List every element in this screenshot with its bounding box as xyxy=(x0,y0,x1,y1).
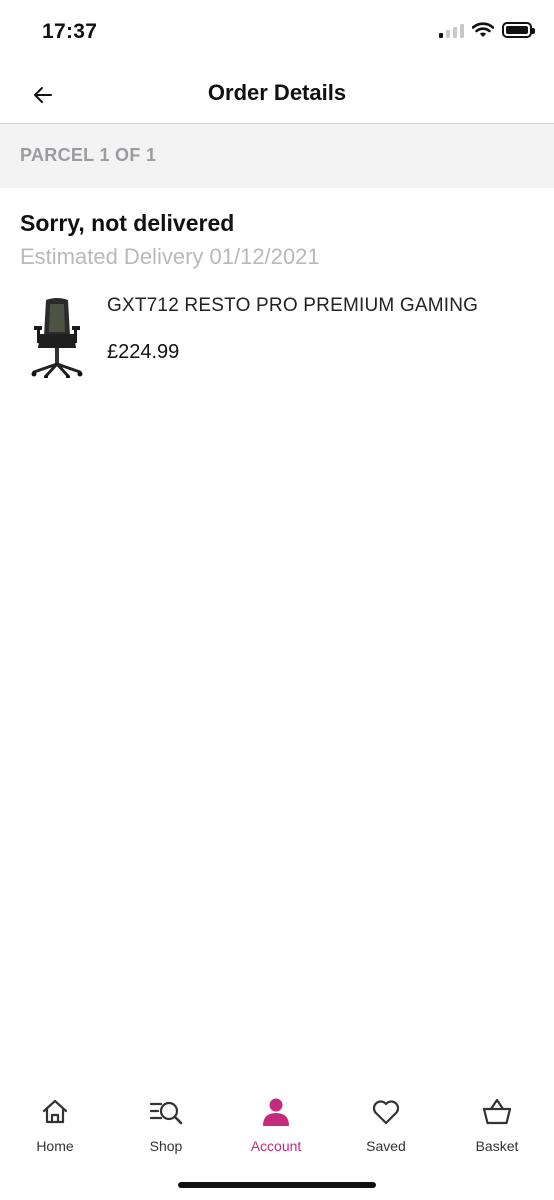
account-icon xyxy=(263,1098,289,1126)
heart-icon xyxy=(372,1100,400,1125)
status-time: 17:37 xyxy=(42,20,98,43)
status-bar: 17:37 xyxy=(0,0,554,66)
tab-home[interactable]: Home xyxy=(0,1096,110,1160)
tab-saved[interactable]: Saved xyxy=(331,1096,441,1160)
product-item[interactable]: GXT712 RESTO PRO PREMIUM GAMING £224.99 xyxy=(20,290,534,390)
home-indicator xyxy=(178,1182,376,1188)
parcel-header: PARCEL 1 OF 1 xyxy=(0,124,554,188)
tab-basket[interactable]: Basket xyxy=(442,1096,552,1160)
estimated-delivery: Estimated Delivery 01/12/2021 xyxy=(20,244,320,269)
tab-label: Account xyxy=(250,1138,302,1154)
tab-label: Home xyxy=(36,1138,74,1154)
basket-icon xyxy=(482,1098,512,1125)
status-icons xyxy=(439,22,535,38)
cellular-signal-icon xyxy=(439,22,464,38)
page-title: Order Details xyxy=(207,80,347,105)
product-price: £224.99 xyxy=(107,341,180,363)
delivery-status: Sorry, not delivered xyxy=(20,210,235,236)
tab-shop[interactable]: Shop xyxy=(111,1096,221,1160)
parcel-label: PARCEL 1 OF 1 xyxy=(20,145,157,165)
tab-label: Saved xyxy=(366,1138,406,1154)
tab-label: Basket xyxy=(475,1138,519,1154)
home-icon xyxy=(42,1099,68,1124)
shop-search-icon xyxy=(149,1101,183,1125)
header: Order Details xyxy=(0,66,554,124)
tab-account[interactable]: Account xyxy=(221,1096,331,1160)
battery-icon xyxy=(502,22,535,38)
product-name: GXT712 RESTO PRO PREMIUM GAMING xyxy=(107,295,479,316)
tab-label: Shop xyxy=(149,1138,183,1154)
wifi-icon xyxy=(472,22,494,37)
gaming-chair-image xyxy=(31,298,83,378)
